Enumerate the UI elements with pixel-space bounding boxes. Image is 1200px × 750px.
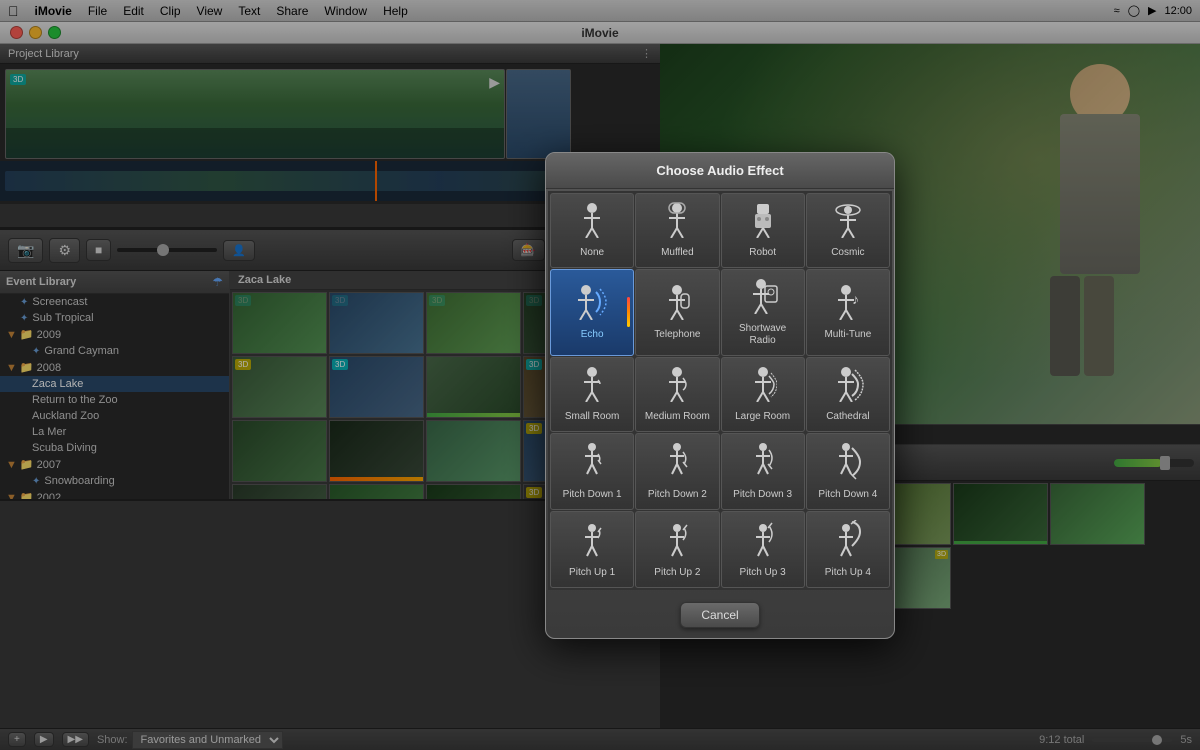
pitchdown3-icon [749, 442, 777, 486]
effect-pitchdown2-label: Pitch Down 2 [648, 489, 707, 501]
effect-pitchdown1-label: Pitch Down 1 [563, 489, 622, 501]
effect-pitchup4[interactable]: Pitch Up 4 [806, 511, 890, 588]
svg-text:♪: ♪ [852, 291, 859, 307]
mediumroom-icon [663, 366, 691, 408]
effect-multitune[interactable]: ♪ Multi-Tune [806, 269, 890, 356]
telephone-icon [663, 284, 691, 326]
effect-none-label: None [580, 247, 604, 259]
effect-pitchdown1[interactable]: Pitch Down 1 [550, 433, 634, 510]
effect-cathedral-label: Cathedral [826, 411, 869, 423]
audio-effects-grid: None Muffled [548, 191, 892, 590]
echo-icon [574, 284, 610, 326]
audio-dialog-title: Choose Audio Effect [546, 153, 894, 189]
effect-smallroom-label: Small Room [565, 411, 619, 423]
effect-pitchdown2[interactable]: Pitch Down 2 [635, 433, 719, 510]
effect-echo-label: Echo [581, 329, 604, 341]
effect-largeroom-label: Large Room [735, 411, 790, 423]
effect-pitchdown3-label: Pitch Down 3 [733, 489, 792, 501]
pitchdown1-icon [578, 442, 606, 486]
cosmic-icon [832, 202, 864, 244]
largeroom-icon [749, 366, 777, 408]
pitchup2-icon [663, 520, 691, 564]
none-icon [578, 202, 606, 244]
effect-multitune-label: Multi-Tune [824, 329, 871, 341]
effect-cosmic-label: Cosmic [831, 247, 864, 259]
multitune-icon: ♪ [832, 284, 864, 326]
effect-pitchup3[interactable]: Pitch Up 3 [721, 511, 805, 588]
pitchup3-icon [749, 520, 777, 564]
effect-smallroom[interactable]: Small Room [550, 357, 634, 432]
pitchup1-icon [578, 520, 606, 564]
robot-icon [749, 202, 777, 244]
effect-muffled[interactable]: Muffled [635, 193, 719, 268]
effect-pitchdown4-label: Pitch Down 4 [818, 489, 877, 501]
effect-mediumroom-label: Medium Room [645, 411, 710, 423]
effect-pitchup1[interactable]: Pitch Up 1 [550, 511, 634, 588]
effect-pitchup2-label: Pitch Up 2 [654, 567, 700, 579]
effect-pitchup3-label: Pitch Up 3 [740, 567, 786, 579]
pitchdown4-icon [832, 442, 864, 486]
effect-robot[interactable]: Robot [721, 193, 805, 268]
audio-dialog-overlay: Choose Audio Effect None [0, 0, 1200, 750]
effect-cathedral[interactable]: Cathedral [806, 357, 890, 432]
effect-shortwave[interactable]: Shortwave Radio [721, 269, 805, 356]
effect-largeroom[interactable]: Large Room [721, 357, 805, 432]
effect-pitchdown4[interactable]: Pitch Down 4 [806, 433, 890, 510]
effect-muffled-label: Muffled [661, 247, 694, 259]
effect-shortwave-label: Shortwave Radio [726, 323, 800, 347]
pitchdown2-icon [663, 442, 691, 486]
effect-pitchup4-label: Pitch Up 4 [825, 567, 871, 579]
audio-cancel-row: Cancel [546, 592, 894, 638]
shortwave-icon [747, 278, 779, 320]
smallroom-icon [578, 366, 606, 408]
effect-mediumroom[interactable]: Medium Room [635, 357, 719, 432]
effect-none[interactable]: None [550, 193, 634, 268]
cathedral-icon [832, 366, 864, 408]
effect-pitchup1-label: Pitch Up 1 [569, 567, 615, 579]
effect-telephone-label: Telephone [654, 329, 700, 341]
effect-pitchdown3[interactable]: Pitch Down 3 [721, 433, 805, 510]
effect-pitchup2[interactable]: Pitch Up 2 [635, 511, 719, 588]
effect-telephone[interactable]: Telephone [635, 269, 719, 356]
pitchup4-icon [832, 520, 864, 564]
effect-echo[interactable]: Echo [550, 269, 634, 356]
cancel-button[interactable]: Cancel [680, 602, 759, 628]
muffled-icon [663, 202, 691, 244]
effect-robot-label: Robot [749, 247, 776, 259]
effect-cosmic[interactable]: Cosmic [806, 193, 890, 268]
audio-dialog: Choose Audio Effect None [545, 152, 895, 639]
